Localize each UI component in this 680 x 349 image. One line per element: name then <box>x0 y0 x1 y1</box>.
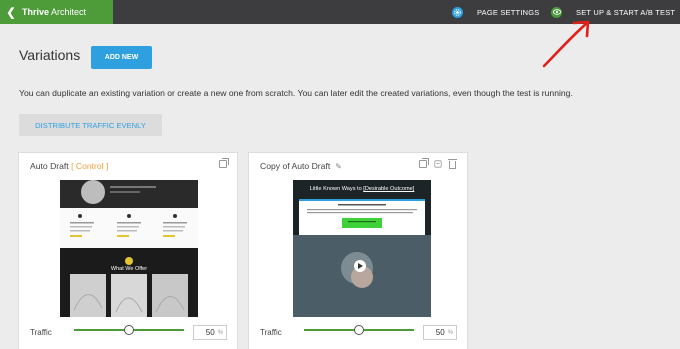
thumb-heading: Little Known Ways to [Desirable Outcome] <box>309 186 415 192</box>
variation-card-control: Auto Draft [ Control ] What We Offer Tra… <box>18 152 238 349</box>
traffic-slider-knob[interactable] <box>124 325 134 335</box>
traffic-label: Traffic <box>260 328 282 337</box>
brand-logo: Thrive Architect <box>22 7 87 17</box>
variation-thumbnail[interactable]: Little Known Ways to [Desirable Outcome] <box>293 180 431 317</box>
red-arrow-annotation <box>542 20 590 68</box>
add-new-button[interactable]: ADD NEW <box>91 46 152 69</box>
eye-icon <box>551 6 562 18</box>
traffic-slider[interactable] <box>74 325 184 335</box>
traffic-percent-input[interactable]: 50% <box>423 325 457 340</box>
duplicate-icon[interactable] <box>419 158 429 168</box>
traffic-percent-input[interactable]: 50% <box>193 325 227 340</box>
page-preview <box>293 180 431 317</box>
back-chevron-icon[interactable]: ❮ <box>0 0 22 24</box>
card-actions <box>419 158 457 169</box>
distribute-traffic-button[interactable]: DISTRIBUTE TRAFFIC EVENLY <box>19 114 162 136</box>
card-actions <box>219 158 229 168</box>
page-settings-label: PAGE SETTINGS <box>477 7 540 17</box>
settings-icon <box>452 6 463 18</box>
traffic-slider-knob[interactable] <box>354 325 364 335</box>
traffic-slider[interactable] <box>304 325 414 335</box>
reset-icon[interactable] <box>434 160 442 168</box>
page-settings-button[interactable]: PAGE SETTINGS <box>452 0 539 24</box>
pencil-icon[interactable]: ✎ <box>335 162 342 171</box>
variations-description: You can duplicate an existing variation … <box>19 88 573 98</box>
variation-card-copy: Copy of Auto Draft ✎ Little Known Ways to… <box>248 152 468 349</box>
brand-area: ❮ Thrive Architect <box>0 0 113 24</box>
control-badge: [ Control ] <box>71 161 109 171</box>
variation-title[interactable]: Copy of Auto Draft ✎ <box>260 161 342 171</box>
variation-title[interactable]: Auto Draft [ Control ] <box>30 161 108 171</box>
traffic-label: Traffic <box>30 328 52 337</box>
page-title: Variations <box>19 47 81 63</box>
thumb-heading: What We Offer <box>110 266 148 272</box>
setup-start-ab-test-label: SET UP & START A/B TEST <box>576 7 676 17</box>
page-preview <box>60 180 198 317</box>
variation-thumbnail[interactable]: What We Offer <box>60 180 198 317</box>
duplicate-icon[interactable] <box>219 158 229 168</box>
trash-icon[interactable] <box>448 159 457 169</box>
